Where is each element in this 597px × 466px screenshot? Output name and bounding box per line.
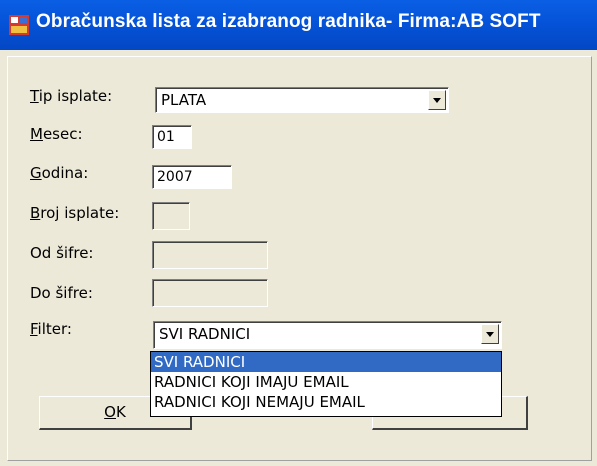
tip-isplate-label: Tip isplate: xyxy=(30,87,113,105)
od-sifre-input[interactable] xyxy=(152,241,268,269)
window-title: Obračunska lista za izabranog radnika- F… xyxy=(36,11,541,32)
do-sifre-input[interactable] xyxy=(152,279,268,307)
broj-isplate-input[interactable] xyxy=(152,202,190,230)
filter-option-svi[interactable]: SVI RADNICI xyxy=(151,352,501,372)
tip-isplate-value: PLATA xyxy=(161,91,207,109)
filter-dropdown-list: SVI RADNICI RADNICI KOJI IMAJU EMAIL RAD… xyxy=(150,351,502,417)
mesec-label: Mesec: xyxy=(30,125,83,143)
filter-option-imaju-email[interactable]: RADNICI KOJI IMAJU EMAIL xyxy=(151,372,501,392)
filter-value: SVI RADNICI xyxy=(159,325,251,343)
filter-label: Filter: xyxy=(30,320,72,338)
godina-input[interactable]: 2007 xyxy=(152,165,232,189)
do-sifre-label: Do šifre: xyxy=(30,284,93,302)
od-sifre-label: Od šifre: xyxy=(30,244,94,262)
godina-label: Godina: xyxy=(30,164,89,182)
chevron-down-icon[interactable] xyxy=(428,90,446,110)
app-icon xyxy=(9,15,29,35)
filter-select[interactable]: SVI RADNICI xyxy=(153,321,502,349)
tip-isplate-select[interactable]: PLATA xyxy=(155,87,449,113)
broj-isplate-label: Broj isplate: xyxy=(30,204,120,222)
title-bar: Obračunska lista za izabranog radnika- F… xyxy=(0,0,597,50)
chevron-down-icon[interactable] xyxy=(481,324,499,344)
filter-option-nemaju-email[interactable]: RADNICI KOJI NEMAJU EMAIL xyxy=(151,392,501,412)
mesec-input[interactable]: 01 xyxy=(152,125,192,149)
